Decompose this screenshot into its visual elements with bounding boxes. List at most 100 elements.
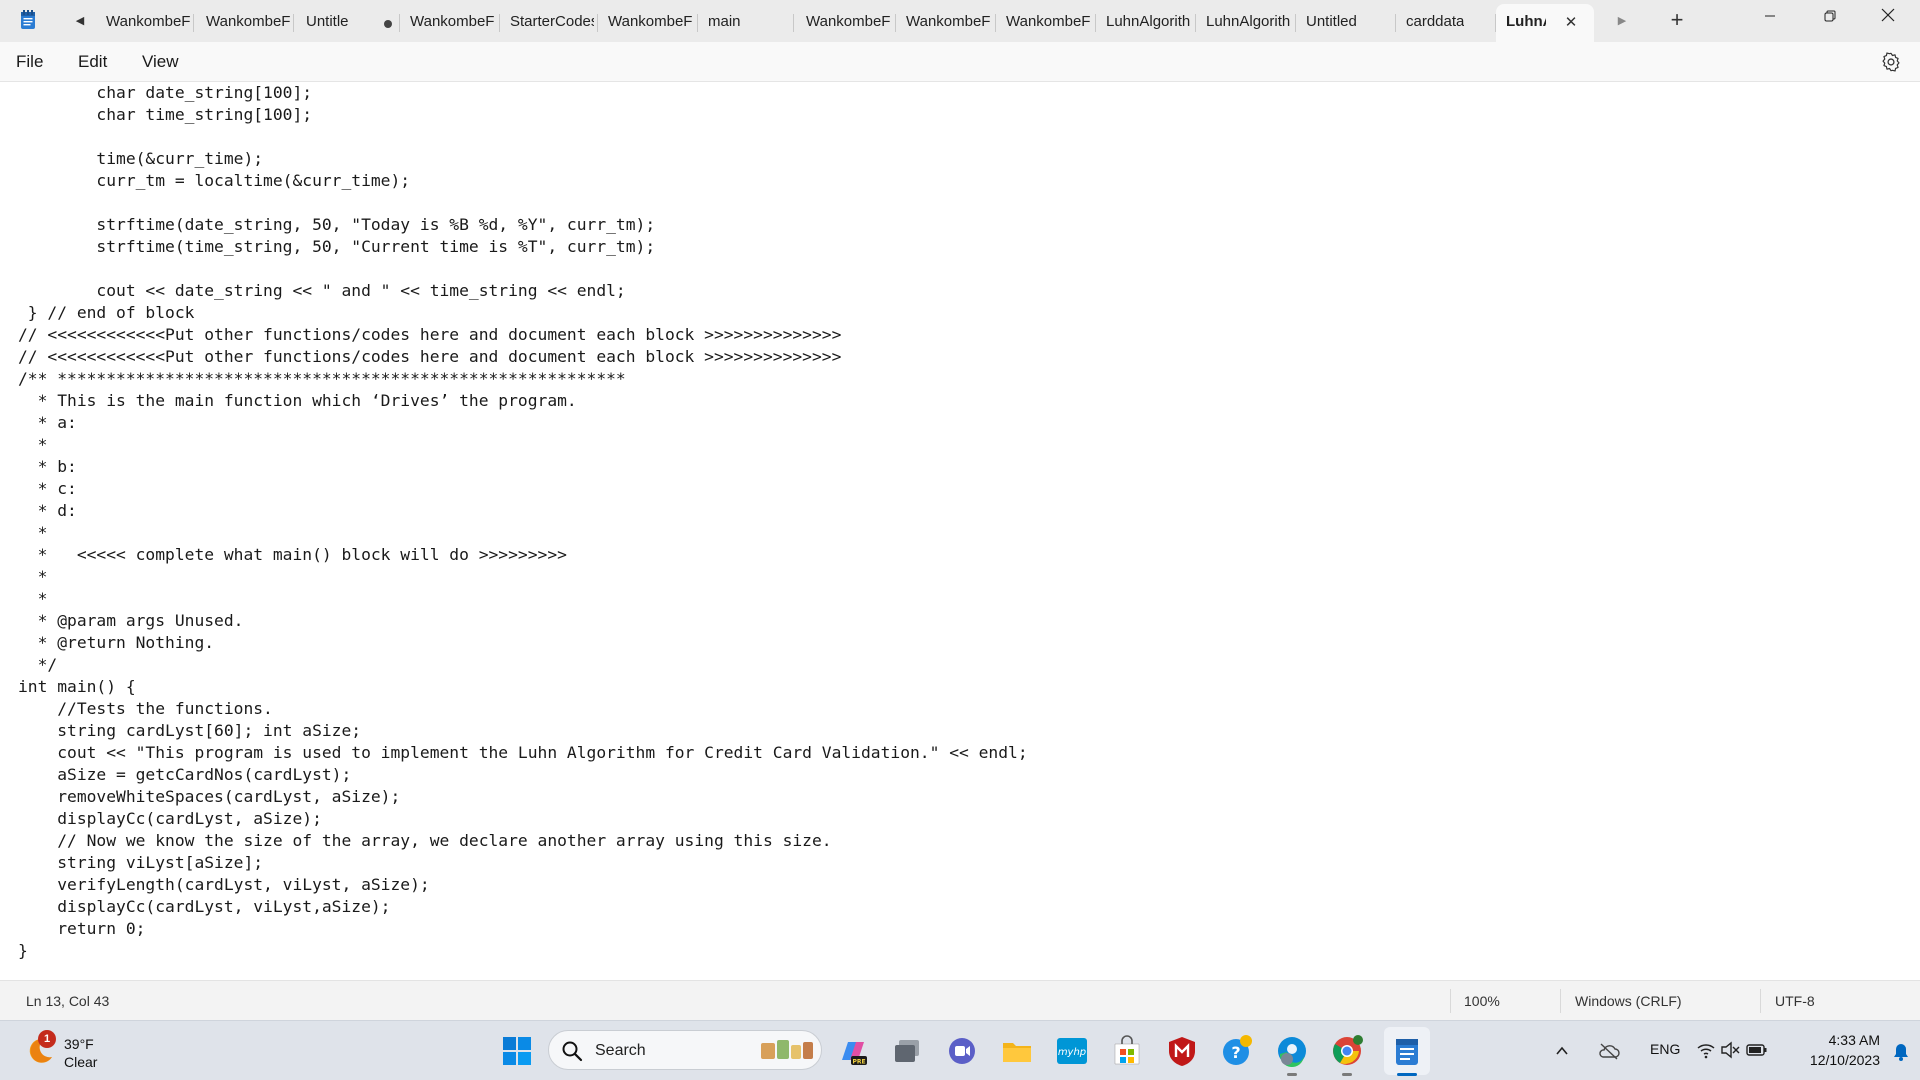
tab-strip: WankombeF WankombeF Untitle WankombeF Starte… <box>96 4 1594 42</box>
menu-edit[interactable]: Edit <box>78 52 107 72</box>
tab-label: WankombeF <box>410 13 494 30</box>
status-divider <box>1760 989 1761 1013</box>
tab[interactable]: WankombeF <box>196 4 294 42</box>
new-tab-button[interactable]: + <box>1666 9 1688 33</box>
tab-label: main <box>708 13 741 30</box>
encoding[interactable]: UTF-8 <box>1775 993 1815 1009</box>
menu-bar: File Edit View <box>0 42 1920 82</box>
clock-time[interactable]: 4:33 AM <box>1810 1032 1880 1048</box>
tab-scroll-left-icon[interactable]: ◀ <box>72 12 88 30</box>
tab[interactable]: Untitle <box>296 4 400 42</box>
tab[interactable]: StarterCodes <box>500 4 598 42</box>
tab[interactable]: WankombeF <box>896 4 996 42</box>
file-explorer-icon[interactable] <box>1000 1034 1034 1068</box>
chevron-up-icon[interactable] <box>1554 1043 1570 1059</box>
unsaved-dot-icon <box>384 20 392 28</box>
tab-label: WankombeF <box>906 13 990 30</box>
onedrive-offline-icon[interactable] <box>1598 1041 1620 1061</box>
status-bar: Ln 13, Col 43 100% Windows (CRLF) UTF-8 <box>0 980 1920 1020</box>
taskbar: 1 39°F Clear Search PRE myhp ? ENG 4:33 … <box>0 1020 1920 1080</box>
svg-text:myhp: myhp <box>1058 1047 1086 1058</box>
tab[interactable]: WankombeF <box>400 4 500 42</box>
line-ending[interactable]: Windows (CRLF) <box>1575 993 1682 1009</box>
weather-widget[interactable]: 1 39°F Clear <box>24 1029 134 1073</box>
code-line: string cardLyst[60]; int aSize; <box>18 721 362 740</box>
volume-muted-icon[interactable] <box>1720 1041 1740 1059</box>
chrome-browser-icon[interactable] <box>1330 1034 1364 1068</box>
text-editor-area[interactable]: char date_string[100]; char time_string[… <box>0 82 1920 980</box>
code-line: time(&curr_time); <box>18 149 264 168</box>
code-line: cout << date_string << " and " << time_s… <box>18 281 626 300</box>
cursor-position: Ln 13, Col 43 <box>26 993 110 1009</box>
code-line: return 0; <box>18 919 146 938</box>
tab-label: StarterCodes <box>510 13 594 30</box>
running-indicator <box>1287 1073 1297 1076</box>
tab[interactable]: Untitled <box>1296 4 1396 42</box>
code-text: char date_string[100]; char time_string[… <box>18 82 1028 962</box>
tab[interactable]: WankombeF <box>796 4 896 42</box>
copilot-icon[interactable]: PRE <box>836 1034 870 1068</box>
wifi-icon[interactable] <box>1696 1041 1716 1059</box>
gear-icon[interactable] <box>1880 51 1902 73</box>
myhp-icon[interactable]: myhp <box>1055 1034 1089 1068</box>
tab-scroll-right-icon[interactable]: ▶ <box>1614 12 1630 30</box>
windows-start-icon[interactable] <box>500 1034 534 1068</box>
battery-icon[interactable] <box>1746 1042 1768 1058</box>
tab[interactable]: LuhnAlgorith <box>1196 4 1296 42</box>
code-line: * <box>18 589 48 608</box>
code-line: string viLyst[aSize]; <box>18 853 264 872</box>
code-line: * <<<<< complete what main() block will … <box>18 545 567 564</box>
tab[interactable]: carddata <box>1396 4 1496 42</box>
code-line: } <box>18 941 28 960</box>
minimize-button[interactable] <box>1740 0 1800 36</box>
code-line: curr_tm = localtime(&curr_time); <box>18 171 411 190</box>
weather-temperature: 39°F <box>64 1036 94 1052</box>
input-language[interactable]: ENG <box>1650 1041 1680 1057</box>
tab[interactable]: WankombeF <box>996 4 1096 42</box>
menu-view[interactable]: View <box>142 52 179 72</box>
microsoft-store-icon[interactable] <box>1110 1034 1144 1068</box>
teams-chat-icon[interactable] <box>945 1034 979 1068</box>
code-line: aSize = getcCardNos(cardLyst); <box>18 765 352 784</box>
code-line: /** ************************************… <box>18 369 626 388</box>
tab-separator <box>193 14 194 32</box>
close-tab-icon[interactable]: ✕ <box>1562 14 1580 32</box>
tab-active[interactable]: LuhnA ✕ <box>1496 4 1594 42</box>
restore-button[interactable] <box>1800 0 1860 36</box>
tab-separator <box>793 14 794 32</box>
taskbar-search[interactable]: Search <box>548 1030 822 1070</box>
code-line: char time_string[100]; <box>18 105 313 124</box>
tab-label: Untitle <box>306 13 349 30</box>
clock-date[interactable]: 12/10/2023 <box>1790 1052 1880 1068</box>
tab-label: LuhnA <box>1506 13 1546 30</box>
close-window-button[interactable] <box>1858 0 1918 36</box>
code-line: * c: <box>18 479 77 498</box>
search-highlight-image-icon <box>761 1040 813 1059</box>
notification-bell-icon[interactable] <box>1892 1042 1910 1062</box>
code-line: displayCc(cardLyst, aSize); <box>18 809 322 828</box>
tab[interactable]: LuhnAlgorith <box>1096 4 1196 42</box>
tab[interactable]: WankombeF <box>96 4 194 42</box>
running-indicator <box>1342 1073 1352 1076</box>
code-line: // Now we know the size of the array, we… <box>18 831 832 850</box>
tab-label: Untitled <box>1306 13 1357 30</box>
tab[interactable]: WankombeF <box>598 4 698 42</box>
edge-browser-icon[interactable] <box>1275 1034 1309 1068</box>
mcafee-icon[interactable] <box>1165 1034 1199 1068</box>
notepad-taskbar-icon[interactable] <box>1390 1034 1424 1068</box>
code-line: // <<<<<<<<<<<<Put other functions/codes… <box>18 347 842 366</box>
tab[interactable]: main <box>698 4 794 42</box>
search-icon <box>562 1041 583 1062</box>
task-view-icon[interactable] <box>890 1034 924 1068</box>
code-line: * a: <box>18 413 77 432</box>
tab-separator <box>293 14 294 32</box>
code-line: removeWhiteSpaces(cardLyst, aSize); <box>18 787 401 806</box>
zoom-level[interactable]: 100% <box>1464 993 1500 1009</box>
get-help-icon[interactable]: ? <box>1220 1034 1254 1068</box>
menu-file[interactable]: File <box>16 52 43 72</box>
code-line: * @return Nothing. <box>18 633 215 652</box>
title-bar: ◀ WankombeF WankombeF Untitle WankombeF Star… <box>0 0 1920 42</box>
